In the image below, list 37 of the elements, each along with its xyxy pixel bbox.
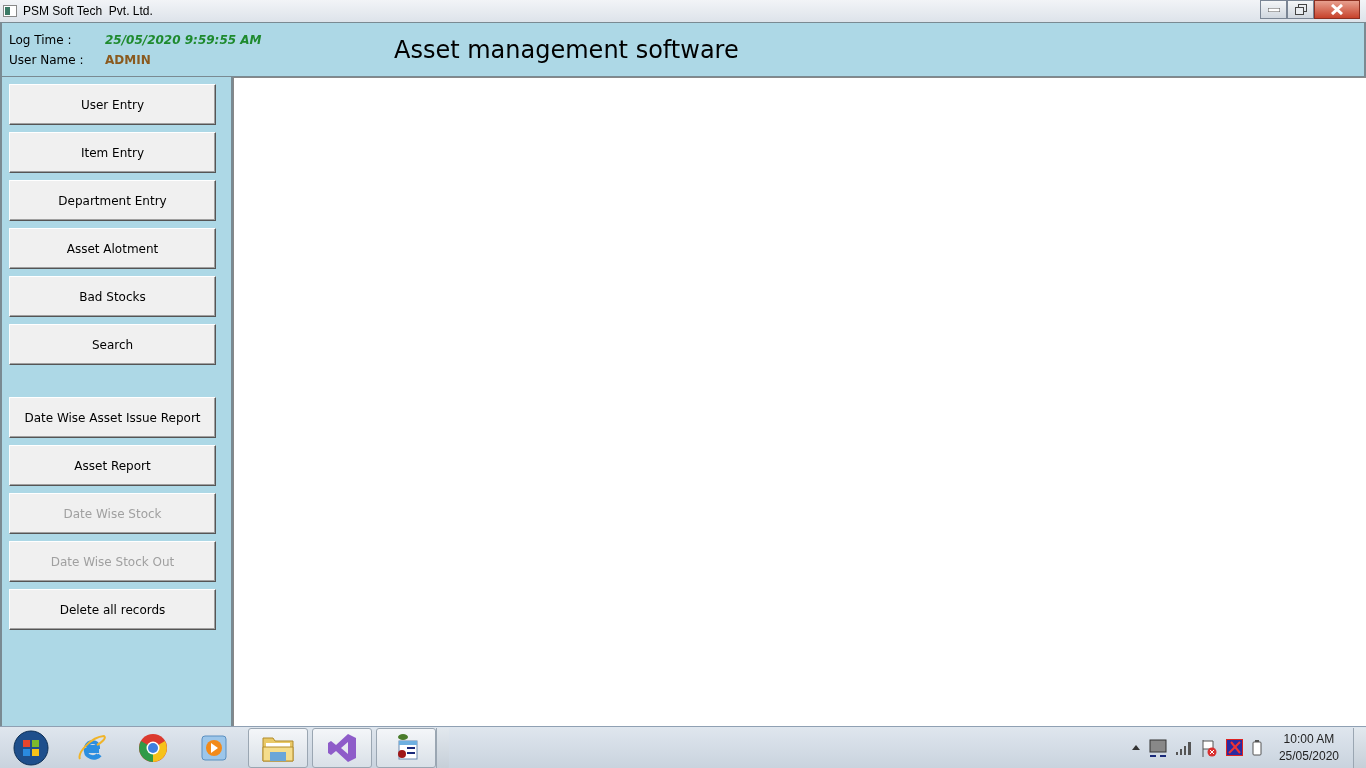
menu-button[interactable]: Asset Report — [9, 445, 216, 486]
show-hidden-icons-icon[interactable] — [1131, 745, 1140, 750]
menu-button[interactable]: Date Wise Asset Issue Report — [9, 397, 216, 438]
taskbar-button[interactable] — [312, 727, 372, 768]
browser-e-icon[interactable] — [76, 732, 107, 763]
log-time-value: 25/05/2020 9:59:55 AM — [105, 32, 263, 47]
user-name-label: User Name : — [9, 52, 85, 67]
signal-bars-icon[interactable] — [1175, 740, 1192, 755]
browser-round-icon[interactable] — [137, 732, 168, 763]
menu-button[interactable]: Bad Stocks — [9, 276, 216, 317]
clock-date[interactable]: 25/05/2020 — [1278, 749, 1339, 763]
start-button[interactable] — [12, 729, 49, 766]
battery-icon[interactable] — [1251, 739, 1262, 756]
log-time-label: Log Time : — [9, 32, 73, 47]
ribbon-logo-icon — [327, 732, 357, 763]
clock-time[interactable]: 10:00 AM — [1283, 732, 1335, 746]
taskbar-grip[interactable] — [436, 727, 449, 768]
app-title: Asset management software — [394, 35, 739, 64]
close-button[interactable] — [1314, 0, 1360, 19]
restore-icon — [1294, 4, 1307, 15]
flag-error-icon[interactable] — [1200, 738, 1217, 757]
menu-button[interactable]: Search — [9, 324, 216, 365]
app-tray-icon[interactable] — [1225, 739, 1243, 756]
menu-button[interactable]: Department Entry — [9, 180, 216, 221]
user-name-value: ADMIN — [105, 52, 152, 67]
minimize-icon — [1267, 7, 1280, 12]
menu-button[interactable]: Asset Alotment — [9, 228, 216, 269]
menu-button[interactable]: Item Entry — [9, 132, 216, 173]
close-icon — [1330, 4, 1344, 15]
menu-button[interactable]: User Entry — [9, 84, 216, 125]
minimize-button[interactable] — [1260, 0, 1287, 19]
window-title: PSM Soft Tech Pvt. Ltd. — [23, 4, 154, 18]
menu-button[interactable]: Delete all records — [9, 589, 216, 630]
restore-button[interactable] — [1287, 0, 1314, 19]
monitor-icon[interactable] — [1148, 738, 1167, 757]
app-icon — [3, 5, 17, 17]
taskbar-button[interactable] — [376, 727, 436, 768]
